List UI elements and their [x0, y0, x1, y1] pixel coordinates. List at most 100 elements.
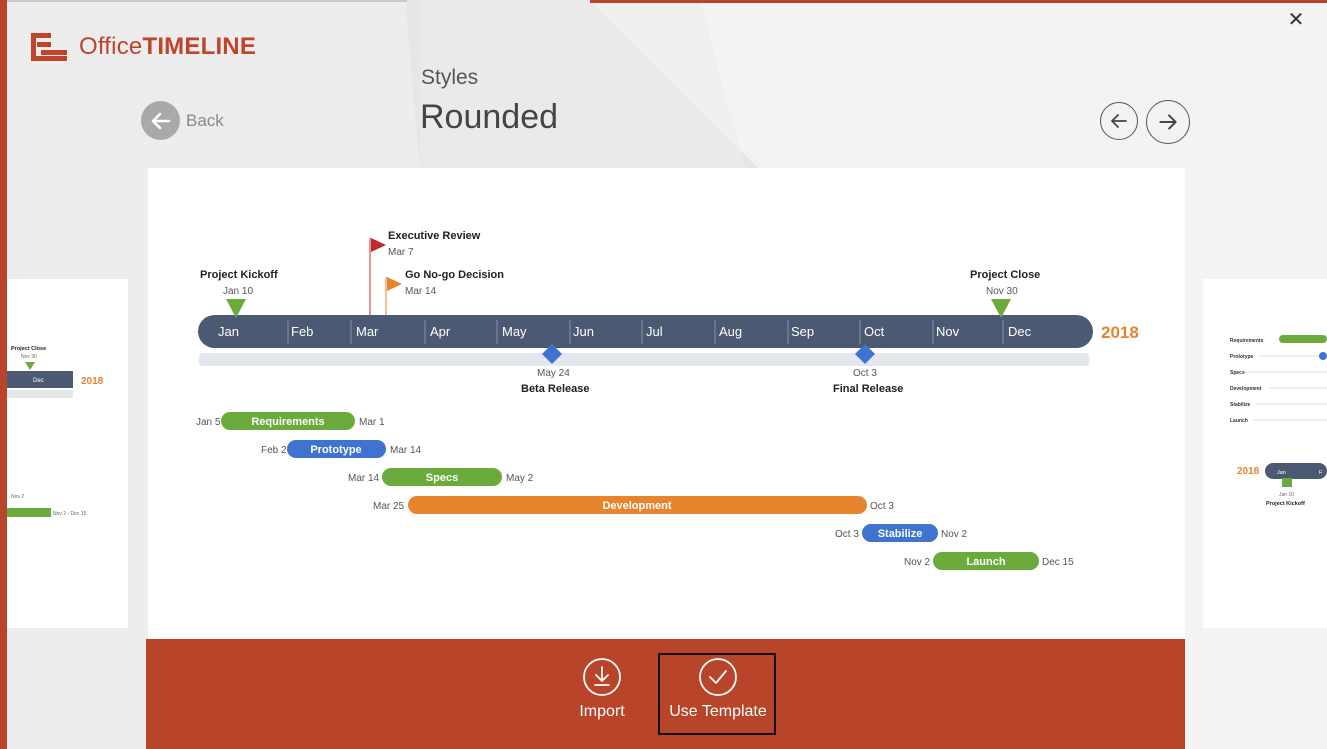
milestone-name: Project Close — [970, 269, 1040, 281]
milestone-name: Go No-go Decision — [405, 269, 504, 281]
next-style-button[interactable] — [1146, 100, 1190, 144]
milestone-date: May 24 — [537, 368, 570, 379]
task-row: Feb 2 Prototype Mar 14 — [261, 440, 422, 458]
right-thumb-task: Launch — [1230, 418, 1248, 424]
style-title: Rounded — [420, 98, 559, 136]
milestone-date: Mar 14 — [405, 286, 437, 297]
task-start-date: Mar 14 — [348, 473, 380, 484]
window-top-border — [7, 0, 407, 2]
left-thumb-task-start: Nov 2 — [11, 494, 24, 500]
task-end-date: May 2 — [506, 473, 534, 484]
left-thumb-task-range: Nov 2 - Dec 15 — [53, 511, 87, 517]
right-thumb-task-bar — [1279, 335, 1327, 343]
right-thumb-task: Development — [1230, 386, 1262, 392]
task-name: Launch — [966, 556, 1005, 568]
timeline-preview-svg: Jan Feb Mar Apr May Jun Jul Aug Sep Oct … — [196, 230, 1139, 570]
right-thumb-task-list: Requirements Prototype Specs Development… — [1230, 335, 1327, 424]
office-timeline-logo: OfficeTIMELINE — [31, 33, 256, 61]
right-thumb-task: Specs — [1230, 370, 1245, 376]
month-label: Dec — [1008, 324, 1032, 339]
task-start-date: Feb 2 — [261, 445, 287, 456]
right-thumb-task: Requirements — [1230, 338, 1264, 344]
milestone-name: Project Kickoff — [200, 269, 278, 281]
arrow-left-icon — [1111, 114, 1127, 128]
task-end-date: Mar 14 — [390, 445, 422, 456]
next-style-thumbnail[interactable]: Requirements Prototype Specs Development… — [1203, 279, 1327, 628]
milestone-date: Nov 30 — [986, 286, 1018, 297]
left-thumb-milestone-date: Nov 30 — [21, 354, 37, 360]
axis-shadow-band — [198, 353, 1090, 366]
month-label: Jan — [218, 324, 239, 339]
task-end-date: Oct 3 — [870, 501, 894, 512]
milestone-date: Oct 3 — [853, 368, 877, 379]
import-label: Import — [579, 703, 625, 720]
task-name: Prototype — [310, 444, 361, 456]
logo-icon — [31, 33, 67, 61]
close-icon: ✕ — [1287, 9, 1305, 31]
task-row: Mar 25 Development Oct 3 — [373, 496, 894, 514]
left-thumb-task-bar — [7, 508, 51, 517]
previous-style-button[interactable] — [1100, 102, 1138, 140]
window-left-accent — [0, 0, 7, 749]
milestone-date: Mar 7 — [388, 247, 414, 258]
month-label: May — [502, 324, 527, 339]
task-start-date: Jan 5 — [196, 417, 221, 428]
milestone-name: Beta Release — [521, 383, 590, 395]
back-button[interactable]: Back — [141, 101, 224, 140]
close-button[interactable]: ✕ — [1284, 8, 1308, 32]
month-label: Sep — [791, 324, 814, 339]
task-row: Oct 3 Stabilize Nov 2 — [835, 524, 968, 542]
month-label: Mar — [356, 324, 379, 339]
left-thumb-shadow-band — [7, 390, 73, 398]
task-name: Requirements — [251, 416, 324, 428]
task-start-date: Oct 3 — [835, 529, 859, 540]
milestone-name: Executive Review — [388, 230, 481, 242]
right-thumb-task: Prototype — [1230, 354, 1254, 360]
logo-wordmark: OfficeTIMELINE — [79, 33, 257, 60]
month-label: Jun — [573, 324, 594, 339]
month-label: Nov — [936, 324, 960, 339]
right-thumb-year: 2018 — [1237, 466, 1260, 477]
task-end-date: Dec 15 — [1042, 557, 1074, 568]
back-label: Back — [186, 110, 224, 130]
template-gallery-window: OfficeTIMELINE ✕ Back Styles Rounded Pro… — [0, 0, 1327, 749]
task-end-date: Mar 1 — [359, 417, 385, 428]
section-label: Styles — [421, 66, 479, 89]
arrow-right-icon — [1159, 114, 1177, 130]
window-top-accent — [590, 0, 1327, 3]
right-thumb-milestone: Project Kickoff — [1266, 501, 1305, 507]
timeline-year: 2018 — [1101, 323, 1139, 342]
task-row: Jan 5 Requirements Mar 1 — [196, 412, 385, 430]
left-thumb-milestone-marker — [25, 362, 35, 370]
left-thumb-month: Dec — [33, 378, 44, 384]
task-end-date: Nov 2 — [941, 529, 968, 540]
task-start-date: Mar 25 — [373, 501, 405, 512]
left-thumb-year: 2018 — [81, 376, 104, 387]
right-thumb-task-marker — [1319, 352, 1327, 360]
back-arrow-icon — [141, 101, 180, 140]
milestone-name: Final Release — [833, 383, 903, 395]
style-preview: Jan Feb Mar Apr May Jun Jul Aug Sep Oct … — [148, 168, 1185, 639]
task-row: Mar 14 Specs May 2 — [348, 468, 534, 486]
month-label: Oct — [864, 324, 885, 339]
right-thumb-axis — [1265, 463, 1327, 479]
right-thumb-month: Jan — [1277, 470, 1286, 476]
task-name: Development — [602, 500, 671, 512]
previous-style-thumbnail[interactable]: Project Close Nov 30 Dec 2018 Nov 2 Nov … — [7, 279, 128, 628]
import-button[interactable]: Import — [571, 657, 633, 721]
focus-highlight-box — [658, 653, 776, 735]
task-row: Nov 2 Launch Dec 15 — [904, 552, 1074, 570]
right-thumb-milestone-date: Jan 10 — [1279, 492, 1294, 498]
right-thumb-task: Stabilize — [1230, 402, 1251, 408]
download-icon — [583, 658, 621, 696]
milestone-date: Jan 10 — [223, 286, 253, 297]
month-label: Feb — [291, 324, 313, 339]
task-start-date: Nov 2 — [904, 557, 931, 568]
milestone-flag-marker — [371, 238, 386, 252]
task-name: Specs — [426, 472, 458, 484]
task-name: Stabilize — [878, 528, 923, 540]
left-thumb-milestone: Project Close — [11, 346, 46, 352]
right-thumb-milestone-marker — [1282, 478, 1292, 487]
month-label: Jul — [646, 324, 663, 339]
milestone-flag-marker — [387, 277, 402, 291]
